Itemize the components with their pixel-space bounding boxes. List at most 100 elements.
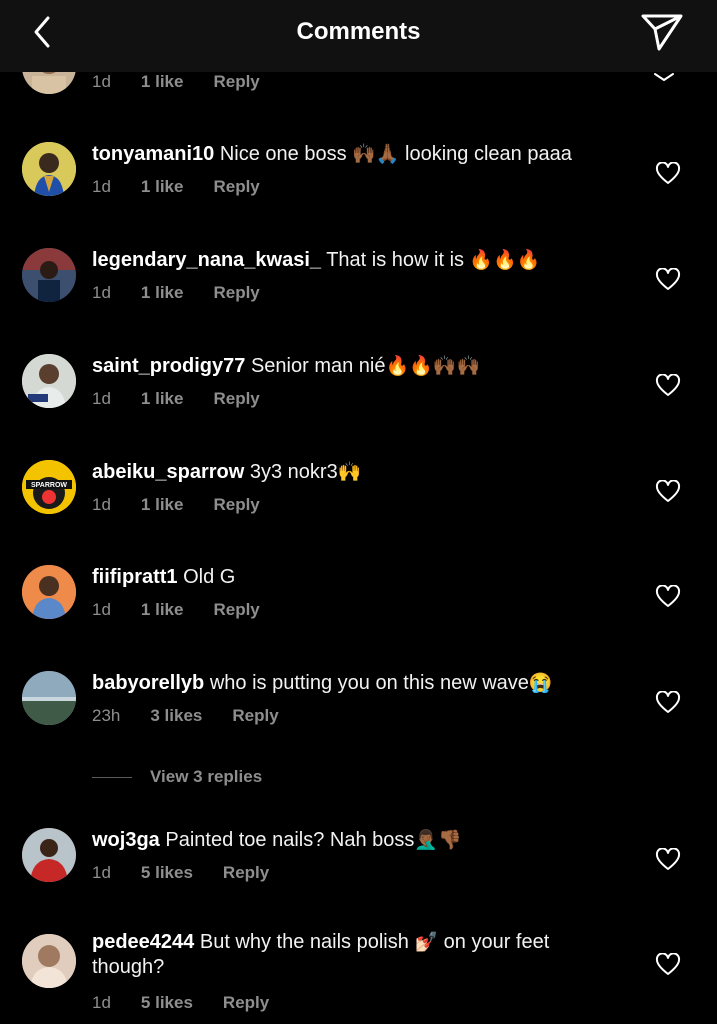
comment-emoji: 🔥🔥🙌🏾🙌🏾	[385, 356, 481, 377]
comment-emoji: 😭	[528, 673, 553, 694]
avatar[interactable]: SPARROW	[22, 460, 76, 514]
chevron-left-icon[interactable]	[28, 14, 58, 50]
comment-body: But why the nails polish	[199, 931, 409, 953]
heart-icon[interactable]	[655, 691, 681, 715]
view-replies-button[interactable]: View 3 replies	[150, 767, 262, 787]
comment-body: Senior man nié	[250, 355, 386, 377]
comment-text: pedee4244 But why the nails polish 💅🏻 on…	[92, 930, 607, 979]
comment-item: pedee4244 But why the nails polish 💅🏻 on…	[0, 930, 717, 1024]
comment-meta: 1d 1 like Reply	[92, 389, 260, 409]
comment-body: Old G	[183, 566, 236, 588]
comment-body: Nice one boss	[219, 143, 347, 165]
comment-time: 1d	[92, 993, 111, 1012]
reply-button[interactable]: Reply	[213, 495, 259, 515]
comment-text: fiifipratt1 Old G	[92, 565, 607, 589]
heart-icon[interactable]	[655, 848, 681, 872]
avatar[interactable]	[22, 142, 76, 196]
comment-time: 1d	[92, 283, 111, 302]
comment-time: 1d	[92, 495, 111, 514]
reply-button[interactable]: Reply	[213, 283, 259, 303]
comment-body: who is putting you on this new wave	[209, 672, 529, 694]
comment-meta: 1d 1 like Reply	[92, 283, 260, 303]
avatar[interactable]	[22, 828, 76, 882]
heart-icon[interactable]	[655, 374, 681, 398]
comment-time: 1d	[92, 177, 111, 196]
comment-likes[interactable]: 3 likes	[150, 706, 202, 726]
comment-likes[interactable]: 1 like	[141, 72, 184, 92]
comment-emoji: 🙌🏾🙏🏾	[352, 144, 400, 165]
view-replies[interactable]: View 3 replies	[92, 765, 262, 789]
comment-text: woj3ga Painted toe nails? Nah boss🤦🏾‍♂️👎…	[92, 828, 607, 853]
avatar-logo-text: SPARROW	[31, 482, 67, 489]
comment-time: 1d	[92, 600, 111, 619]
reply-button[interactable]: Reply	[213, 177, 259, 197]
heart-icon[interactable]	[655, 268, 681, 292]
comment-text: abeiku_sparrow 3y3 nokr3🙌	[92, 460, 607, 485]
avatar[interactable]	[22, 248, 76, 302]
comment-meta: 23h 3 likes Reply	[92, 706, 279, 726]
heart-icon[interactable]	[653, 72, 675, 82]
comment-likes[interactable]: 5 likes	[141, 863, 193, 883]
comment-likes[interactable]: 1 like	[141, 389, 184, 409]
heart-icon[interactable]	[655, 480, 681, 504]
avatar[interactable]	[22, 565, 76, 619]
comment-body: That is how it is	[326, 249, 465, 271]
header-bar: Comments	[0, 0, 717, 72]
comment-likes[interactable]: 1 like	[141, 177, 184, 197]
comment-time: 1d	[92, 389, 111, 408]
comment-text: tonyamani10 Nice one boss 🙌🏾🙏🏾 looking c…	[92, 142, 607, 167]
avatar[interactable]	[22, 671, 76, 725]
comment-likes[interactable]: 1 like	[141, 495, 184, 515]
heart-icon[interactable]	[655, 585, 681, 609]
paper-plane-icon[interactable]	[639, 12, 685, 52]
comment-body: looking clean paaa	[399, 143, 572, 165]
comment-meta: 1d 1 like Reply	[92, 72, 260, 92]
comment-item: SPARROW abeiku_sparrow 3y3 nokr3🙌 1d 1 l…	[0, 458, 717, 528]
comment-username[interactable]: tonyamani10	[92, 143, 214, 165]
comment-item: tonyamani10 Nice one boss 🙌🏾🙏🏾 looking c…	[0, 140, 717, 210]
comment-item: saint_prodigy77 Senior man nié🔥🔥🙌🏾🙌🏾 1d …	[0, 352, 717, 422]
comment-username[interactable]: babyorellyb	[92, 672, 204, 694]
reply-button[interactable]: Reply	[213, 72, 259, 92]
page-title: Comments	[296, 18, 421, 45]
comment-likes[interactable]: 1 like	[141, 283, 184, 303]
reply-button[interactable]: Reply	[213, 600, 259, 620]
comment-likes[interactable]: 1 like	[141, 600, 184, 620]
comment-body: 3y3 nokr3	[249, 461, 338, 483]
comment-body: Painted toe nails? Nah boss	[165, 829, 415, 851]
reply-button[interactable]: Reply	[232, 706, 278, 726]
comment-meta: 1d 1 like Reply	[92, 495, 260, 515]
comment-time: 1d	[92, 72, 111, 91]
comment-text: legendary_nana_kwasi_ That is how it is …	[92, 248, 607, 273]
reply-button[interactable]: Reply	[213, 389, 259, 409]
comment-emoji: 🙌	[337, 462, 362, 483]
comment-username[interactable]: saint_prodigy77	[92, 355, 245, 377]
comment-meta: 1d 1 like Reply	[92, 177, 260, 197]
divider	[92, 776, 132, 778]
heart-icon[interactable]	[655, 953, 681, 977]
comment-item: woj3ga Painted toe nails? Nah boss🤦🏾‍♂️👎…	[0, 826, 717, 896]
comment-username[interactable]: woj3ga	[92, 829, 160, 851]
comment-meta: 1d 5 likes Reply	[92, 993, 269, 1013]
comment-emoji: 💅🏻	[414, 932, 439, 953]
comment-time: 1d	[92, 863, 111, 882]
comment-time: 23h	[92, 706, 121, 725]
heart-icon[interactable]	[655, 162, 681, 186]
comment-meta: 1d 5 likes Reply	[92, 863, 269, 883]
comment-meta: 1d 1 like Reply	[92, 600, 260, 620]
comment-item: legendary_nana_kwasi_ That is how it is …	[0, 246, 717, 316]
avatar[interactable]	[22, 934, 76, 988]
comment-text: babyorellyb who is putting you on this n…	[92, 671, 607, 696]
comment-username[interactable]: abeiku_sparrow	[92, 461, 244, 483]
comment-likes[interactable]: 5 likes	[141, 993, 193, 1013]
comment-item: fiifipratt1 Old G 1d 1 like Reply	[0, 563, 717, 633]
comment-item: babyorellyb who is putting you on this n…	[0, 669, 717, 739]
comment-emoji: 🔥🔥🔥	[464, 250, 541, 271]
reply-button[interactable]: Reply	[223, 863, 269, 883]
comment-text: saint_prodigy77 Senior man nié🔥🔥🙌🏾🙌🏾	[92, 354, 607, 379]
comment-username[interactable]: fiifipratt1	[92, 566, 178, 588]
comment-username[interactable]: pedee4244	[92, 931, 194, 953]
avatar[interactable]	[22, 354, 76, 408]
comment-username[interactable]: legendary_nana_kwasi_	[92, 249, 321, 271]
reply-button[interactable]: Reply	[223, 993, 269, 1013]
